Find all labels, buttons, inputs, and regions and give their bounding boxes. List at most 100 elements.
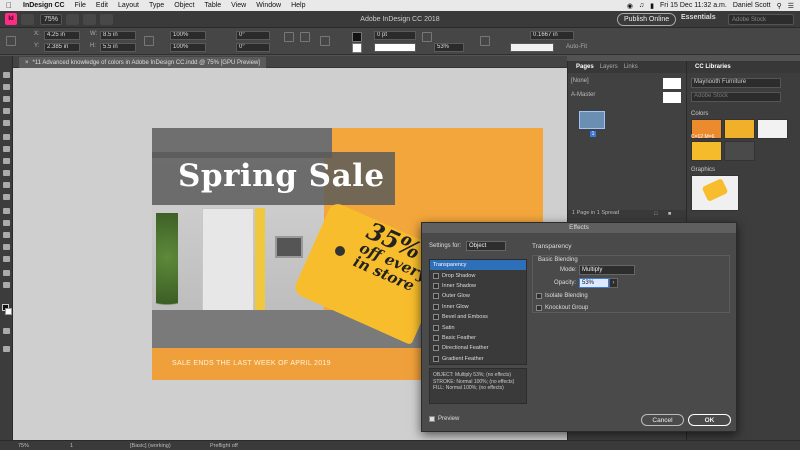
direct-selection-tool-icon[interactable] — [3, 84, 10, 90]
isolate-blending-option[interactable]: Isolate Blending — [536, 293, 588, 299]
cancel-button[interactable]: Cancel — [641, 414, 684, 426]
master-a-row[interactable]: A-Master — [571, 92, 681, 104]
screen-mode-button[interactable] — [83, 13, 97, 25]
volume-icon[interactable]: ♫ — [639, 2, 644, 9]
hand-tool-icon[interactable] — [3, 270, 10, 276]
workspace-switcher[interactable]: Essentials — [681, 14, 716, 21]
battery-icon[interactable]: ▮ — [650, 2, 654, 10]
screen-mode-icon[interactable] — [3, 346, 10, 352]
flip-horizontal-icon[interactable] — [300, 32, 310, 42]
effect-checkbox[interactable] — [433, 272, 439, 279]
selection-tool-icon[interactable] — [3, 72, 10, 78]
color-swatch-5[interactable] — [724, 141, 755, 161]
opacity-field[interactable]: 53% — [434, 43, 464, 52]
status-profile[interactable]: [Basic] (working) — [130, 443, 171, 449]
reference-point-icon[interactable] — [6, 36, 16, 46]
effect-checkbox[interactable] — [433, 345, 439, 352]
tab-layers[interactable]: Layers — [600, 64, 618, 70]
effect-checkbox[interactable] — [433, 293, 439, 300]
opacity-arrow-icon[interactable]: › — [609, 278, 618, 288]
shear-field[interactable]: 0° — [236, 43, 270, 52]
apple-icon[interactable]:  — [0, 1, 18, 10]
effect-checkbox[interactable] — [433, 282, 439, 289]
effect-checkbox[interactable] — [433, 334, 439, 341]
isolate-blending-checkbox[interactable] — [536, 293, 542, 299]
y-field[interactable]: 2.385 in — [44, 43, 80, 52]
effect-basic-feather[interactable]: Basic Feather — [430, 333, 526, 343]
preview-checkbox[interactable] — [429, 416, 435, 422]
wifi-icon[interactable]: ◉ — [627, 2, 633, 10]
tab-links[interactable]: Links — [624, 64, 638, 70]
master-a-thumb[interactable] — [663, 92, 681, 103]
stroke-weight-field[interactable]: 0 pt — [374, 31, 416, 40]
free-transform-tool-icon[interactable] — [3, 220, 10, 226]
stroke-swatch-icon[interactable] — [352, 43, 362, 53]
constrain-proportions-icon[interactable] — [144, 36, 154, 46]
effect-inner-shadow[interactable]: Inner Shadow — [430, 281, 526, 291]
delete-page-icon[interactable]: ■ — [668, 211, 671, 217]
width-field[interactable]: 8.5 in — [100, 31, 136, 40]
x-field[interactable]: 4.25 in — [44, 31, 80, 40]
master-none-thumb[interactable] — [663, 78, 681, 89]
height-field[interactable]: 5.5 in — [100, 43, 136, 52]
effect-checkbox[interactable] — [433, 314, 439, 321]
line-tool-icon[interactable] — [3, 146, 10, 152]
clock[interactable]: Fri 15 Dec 11:32 a.m. — [660, 2, 727, 9]
pencil-tool-icon[interactable] — [3, 170, 10, 176]
status-page[interactable]: 1 — [70, 443, 73, 449]
library-search[interactable]: Adobe Stock — [691, 92, 781, 102]
notification-icon[interactable]: ☰ — [788, 2, 794, 10]
scale-y-field[interactable]: 100% — [170, 43, 206, 52]
cc-libraries-tab[interactable]: CC Libraries — [687, 61, 800, 73]
color-swatch-2[interactable] — [724, 119, 755, 139]
zoom-tool-icon[interactable] — [3, 282, 10, 288]
effect-bevel-emboss[interactable]: Bevel and Emboss — [430, 312, 526, 322]
pen-tool-icon[interactable] — [3, 158, 10, 164]
fill-swatch-icon[interactable] — [352, 32, 362, 42]
effect-checkbox[interactable] — [433, 355, 439, 362]
effect-transparency[interactable]: Transparency — [430, 260, 526, 271]
adobe-stock-search[interactable]: Adobe Stock — [728, 14, 794, 25]
effect-checkbox[interactable] — [433, 303, 439, 310]
master-none-row[interactable]: [None] — [571, 78, 681, 90]
rectangle-frame-tool-icon[interactable] — [3, 182, 10, 188]
effect-satin[interactable]: Satin — [430, 322, 526, 332]
gap-tool-icon[interactable] — [3, 108, 10, 114]
rotation-field[interactable]: 0° — [236, 31, 270, 40]
fitting-icon[interactable] — [480, 36, 490, 46]
menu-file[interactable]: File — [70, 2, 91, 9]
document-tab[interactable]: × *11 Advanced knowledge of colors in Ad… — [19, 57, 266, 68]
status-preflight[interactable]: Preflight off — [210, 443, 238, 449]
content-collector-icon[interactable] — [3, 120, 10, 126]
effect-inner-glow[interactable]: Inner Glow — [430, 302, 526, 312]
note-tool-icon[interactable] — [3, 244, 10, 250]
fx-icon[interactable] — [422, 32, 432, 42]
effect-drop-shadow[interactable]: Drop Shadow — [430, 270, 526, 280]
publish-online-button[interactable]: Publish Online — [617, 13, 677, 26]
menu-object[interactable]: Object — [169, 2, 199, 9]
menu-type[interactable]: Type — [144, 2, 169, 9]
menu-app-name[interactable]: InDesign CC — [18, 2, 70, 9]
blend-mode-select[interactable]: Multiply — [579, 265, 635, 275]
spotlight-icon[interactable]: ⚲ — [777, 2, 782, 10]
color-swatch-3[interactable] — [757, 119, 788, 139]
menu-table[interactable]: Table — [199, 2, 226, 9]
effect-outer-glow[interactable]: Outer Glow — [430, 291, 526, 301]
graphic-asset-tag[interactable] — [691, 175, 739, 211]
new-page-icon[interactable]: □ — [654, 211, 657, 217]
eyedropper-tool-icon[interactable] — [3, 256, 10, 262]
knockout-group-checkbox[interactable] — [536, 305, 542, 311]
menu-edit[interactable]: Edit — [91, 2, 113, 9]
menu-help[interactable]: Help — [286, 2, 310, 9]
user-name[interactable]: Daniel Scott — [733, 2, 771, 9]
effect-gradient-feather[interactable]: Gradient Feather — [430, 354, 526, 364]
color-swatch-4[interactable] — [691, 141, 722, 161]
stroke-color-icon[interactable] — [5, 308, 12, 315]
scale-x-field[interactable]: 100% — [170, 31, 206, 40]
gutter-field[interactable]: 0.1667 in — [530, 31, 574, 40]
knockout-group-option[interactable]: Knockout Group — [536, 305, 588, 311]
menu-view[interactable]: View — [226, 2, 251, 9]
preview-option[interactable]: Preview — [429, 416, 459, 422]
menu-layout[interactable]: Layout — [113, 2, 144, 9]
page-tool-icon[interactable] — [3, 96, 10, 102]
